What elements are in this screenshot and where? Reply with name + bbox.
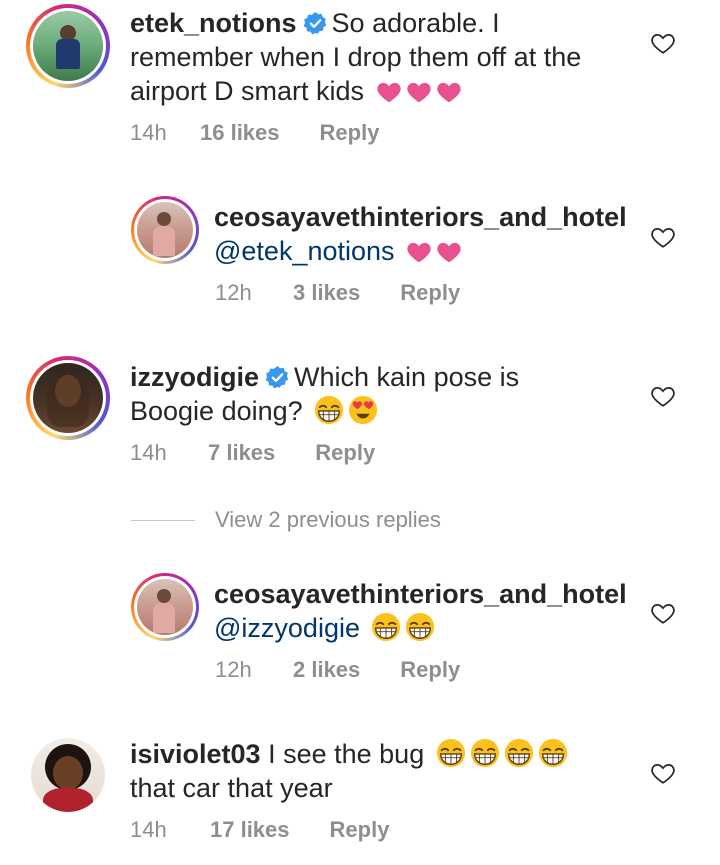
comment-text: remember when I drop them off at the <box>130 42 582 72</box>
grin-emoji-icon <box>504 738 534 768</box>
heart-emoji-icon <box>406 79 432 105</box>
comment-username[interactable]: isiviolet03 <box>130 739 261 769</box>
reply-button[interactable]: Reply <box>320 120 380 146</box>
avatar[interactable] <box>131 196 199 264</box>
like-count[interactable]: 7 likes <box>208 440 275 466</box>
comment-time: 12h <box>215 280 252 305</box>
comment-text: So adorable. I <box>331 8 500 38</box>
heart-eyes-emoji-icon <box>348 395 378 425</box>
comment-username[interactable]: ceosayavethinteriors_and_hotel <box>214 202 627 232</box>
like-count[interactable]: 3 likes <box>293 280 360 306</box>
divider <box>131 519 195 521</box>
mention-link[interactable]: @izzyodigie <box>214 613 360 643</box>
comment-text: Boogie doing? <box>130 396 303 426</box>
grin-emoji-icon <box>371 612 401 642</box>
heart-emoji-icon <box>376 79 402 105</box>
like-heart-icon[interactable] <box>650 383 676 409</box>
reply-button[interactable]: Reply <box>400 280 460 306</box>
grin-emoji-icon <box>538 738 568 768</box>
like-heart-icon[interactable] <box>650 224 676 250</box>
like-count[interactable]: 16 likes <box>200 120 280 146</box>
comment-time: 14h <box>130 120 167 145</box>
comment-time: 14h <box>130 817 167 842</box>
grin-emoji-icon <box>314 395 344 425</box>
like-heart-icon[interactable] <box>650 600 676 626</box>
heart-emoji-icon <box>406 239 432 265</box>
reply-button[interactable]: Reply <box>315 440 375 466</box>
comment-time: 12h <box>215 657 252 682</box>
comment-text: I see the bug <box>268 739 425 769</box>
like-count[interactable]: 17 likes <box>210 817 290 843</box>
comment-text: airport D smart kids <box>130 76 365 106</box>
like-count[interactable]: 2 likes <box>293 657 360 683</box>
like-heart-icon[interactable] <box>650 30 676 56</box>
grin-emoji-icon <box>436 738 466 768</box>
view-replies-label[interactable]: View 2 previous replies <box>215 507 441 533</box>
comment-username[interactable]: ceosayavethinteriors_and_hotel <box>214 579 627 609</box>
avatar[interactable] <box>31 738 105 812</box>
comment-username[interactable]: etek_notions <box>130 8 297 38</box>
verified-badge-icon <box>265 365 290 390</box>
reply-button[interactable]: Reply <box>400 657 460 683</box>
comment-text: Which kain pose is <box>294 362 520 392</box>
view-previous-replies[interactable]: View 2 previous replies <box>131 507 441 533</box>
mention-link[interactable]: @etek_notions <box>214 236 395 266</box>
grin-emoji-icon <box>470 738 500 768</box>
avatar[interactable] <box>26 4 110 88</box>
verified-badge-icon <box>303 11 328 36</box>
reply-button[interactable]: Reply <box>330 817 390 843</box>
comment-text: that car that year <box>130 773 333 803</box>
like-heart-icon[interactable] <box>650 760 676 786</box>
avatar[interactable] <box>131 573 199 641</box>
grin-emoji-icon <box>405 612 435 642</box>
comment-username[interactable]: izzyodigie <box>130 362 259 392</box>
avatar[interactable] <box>26 356 110 440</box>
comment-time: 14h <box>130 440 167 465</box>
heart-emoji-icon <box>436 239 462 265</box>
heart-emoji-icon <box>436 79 462 105</box>
